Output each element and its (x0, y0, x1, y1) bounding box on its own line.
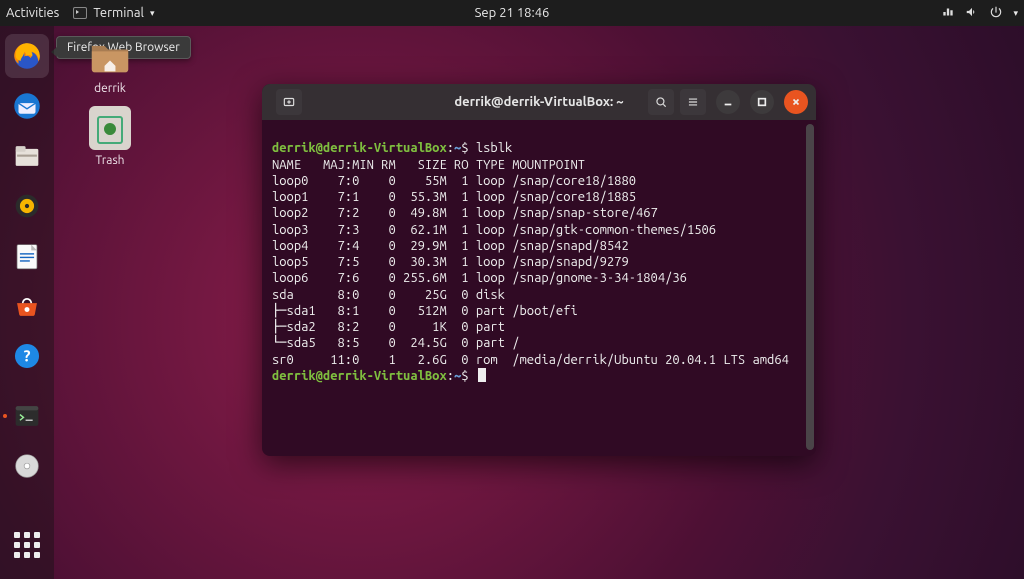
libreoffice-writer-icon (10, 239, 44, 273)
show-applications[interactable] (5, 523, 49, 567)
firefox-icon (10, 39, 44, 73)
terminal-body[interactable]: derrik@derrik-VirtualBox:~$ lsblk NAME M… (262, 120, 816, 456)
app-menu-label: Terminal (93, 6, 144, 20)
window-title: derrik@derrik-VirtualBox: ~ (454, 95, 623, 109)
app-menu[interactable]: Terminal ▾ (73, 6, 154, 20)
dock-item-writer[interactable] (5, 234, 49, 278)
desktop-trash-label: Trash (78, 154, 142, 167)
close-button[interactable] (784, 90, 808, 114)
terminal-window: derrik@derrik-VirtualBox: ~ derrik@derri… (262, 84, 816, 456)
prompt-user-2: derrik@derrik-VirtualBox (272, 369, 447, 383)
thunderbird-icon (10, 89, 44, 123)
new-tab-button[interactable] (276, 89, 302, 115)
dock-item-terminal[interactable] (5, 394, 49, 438)
svg-text:?: ? (24, 347, 31, 365)
hamburger-icon (686, 95, 700, 109)
new-tab-icon (282, 95, 296, 109)
terminal-scrollbar[interactable] (806, 124, 814, 450)
prompt-user: derrik@derrik-VirtualBox (272, 141, 447, 155)
desktop-trash[interactable]: Trash (78, 106, 142, 167)
search-button[interactable] (648, 89, 674, 115)
power-icon[interactable] (989, 5, 1003, 22)
terminal-app-icon (10, 399, 44, 433)
network-icon[interactable] (941, 5, 955, 22)
apps-grid-icon (14, 532, 40, 558)
dock-item-rhythmbox[interactable] (5, 184, 49, 228)
disc-icon (10, 449, 44, 483)
prompt-sep-2: : (447, 369, 454, 383)
minimize-icon (723, 97, 733, 107)
terminal-icon (73, 7, 87, 19)
dock: ? (0, 26, 54, 579)
titlebar[interactable]: derrik@derrik-VirtualBox: ~ (262, 84, 816, 120)
clock[interactable]: Sep 21 18:46 (475, 6, 550, 20)
desktop-home-folder[interactable]: derrik (78, 32, 142, 95)
maximize-button[interactable] (750, 90, 774, 114)
dock-item-software[interactable] (5, 284, 49, 328)
close-icon (791, 97, 801, 107)
volume-icon[interactable] (965, 5, 979, 22)
trash-icon (89, 106, 131, 150)
prompt-symbol: $ (461, 141, 468, 155)
command-text: lsblk (476, 141, 512, 155)
lsblk-header: NAME MAJ:MIN RM SIZE RO TYPE MOUNTPOINT (272, 158, 585, 172)
desktop-home-label: derrik (78, 82, 142, 95)
prompt-sep: : (447, 141, 454, 155)
chevron-down-icon: ▾ (150, 8, 155, 19)
help-icon: ? (10, 339, 44, 373)
lsblk-output: loop0 7:0 0 55M 1 loop /snap/core18/1880… (272, 173, 806, 368)
activities-button[interactable]: Activities (6, 6, 59, 20)
cursor (478, 368, 486, 382)
files-icon (10, 139, 44, 173)
dock-item-thunderbird[interactable] (5, 84, 49, 128)
ubuntu-software-icon (10, 289, 44, 323)
dock-item-help[interactable]: ? (5, 334, 49, 378)
menu-button[interactable] (680, 89, 706, 115)
prompt-symbol-2: $ (461, 369, 468, 383)
maximize-icon (757, 97, 767, 107)
rhythmbox-icon (10, 189, 44, 223)
dock-item-files[interactable] (5, 134, 49, 178)
top-bar: Activities Terminal ▾ Sep 21 18:46 ▾ (0, 0, 1024, 26)
search-icon (654, 95, 668, 109)
home-folder-icon (87, 32, 133, 78)
dock-item-firefox[interactable] (5, 34, 49, 78)
dock-item-disc[interactable] (5, 444, 49, 488)
minimize-button[interactable] (716, 90, 740, 114)
system-menu-chevron-icon[interactable]: ▾ (1013, 8, 1018, 19)
